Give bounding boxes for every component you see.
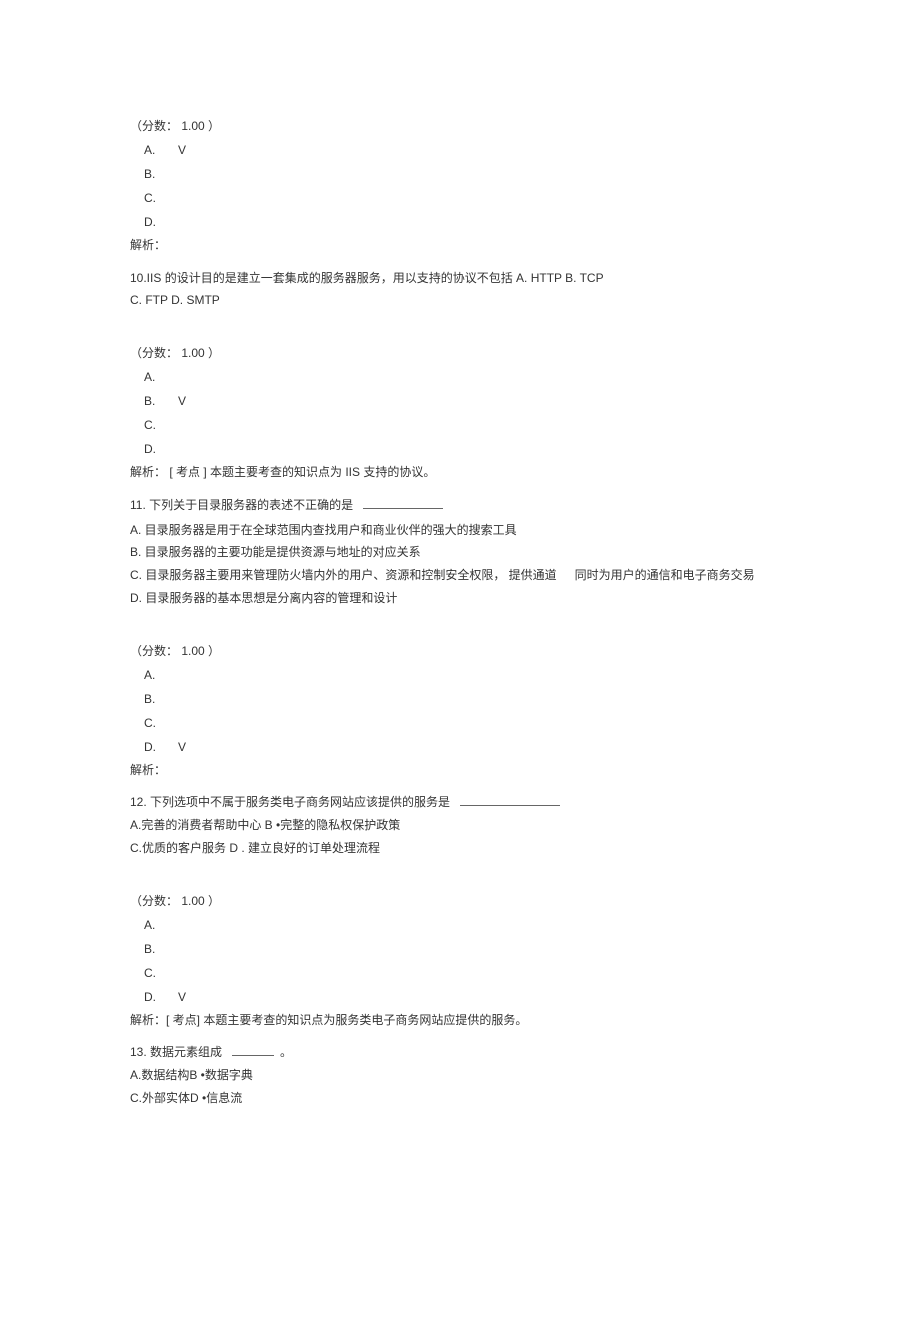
options-list: A. B. V C. D. bbox=[144, 365, 790, 461]
question-choices: A. 目录服务器是用于在全球范围内查找用户和商业伙伴的强大的搜索工具 B. 目录… bbox=[130, 519, 790, 610]
option-d: D. V bbox=[144, 735, 790, 759]
blank-line bbox=[232, 1055, 274, 1056]
option-letter: D. bbox=[144, 735, 178, 759]
option-b: B. bbox=[144, 162, 790, 186]
option-letter: C. bbox=[144, 186, 178, 210]
option-c: C. bbox=[144, 961, 790, 985]
option-d: D. V bbox=[144, 985, 790, 1009]
question-stem-text: 11. 下列关于目录服务器的表述不正确的是 bbox=[130, 494, 353, 517]
question-stem-text: 12. 下列选项中不属于服务类电子商务网站应该提供的服务是 bbox=[130, 791, 450, 814]
question-stem: 11. 下列关于目录服务器的表述不正确的是 bbox=[130, 494, 790, 517]
option-c: C. bbox=[144, 186, 790, 210]
blank-line bbox=[460, 805, 560, 806]
option-letter: B. bbox=[144, 687, 178, 711]
correct-mark: V bbox=[178, 389, 186, 413]
score-label: （分数： 1.00 ） bbox=[130, 342, 790, 365]
choice-c: C. 目录服务器主要用来管理防火墙内外的用户、资源和控制安全权限， 提供通道 同… bbox=[130, 564, 790, 587]
analysis-text: 解析：[ 考点] 本题主要考查的知识点为服务类电子商务网站应提供的服务。 bbox=[130, 1009, 790, 1032]
option-letter: B. bbox=[144, 162, 178, 186]
option-b: B. bbox=[144, 937, 790, 961]
option-letter: C. bbox=[144, 961, 178, 985]
score-label: （分数： 1.00 ） bbox=[130, 890, 790, 913]
choice-c-side: 同时为用户的通信和电子商务交易 bbox=[575, 564, 755, 587]
correct-mark: V bbox=[178, 735, 186, 759]
option-letter: B. bbox=[144, 389, 178, 413]
options-list: A. V B. C. D. bbox=[144, 138, 790, 234]
option-a: A. bbox=[144, 913, 790, 937]
correct-mark: V bbox=[178, 138, 186, 162]
question-12: 12. 下列选项中不属于服务类电子商务网站应该提供的服务是 A.完善的消费者帮助… bbox=[130, 791, 790, 1031]
question-stem: 10.IIS 的设计目的是建立一套集成的服务器服务，用以支持的协议不包括 A. … bbox=[130, 267, 790, 290]
analysis-text: 解析： [ 考点 ] 本题主要考查的知识点为 IIS 支持的协议。 bbox=[130, 461, 790, 484]
option-b: B. V bbox=[144, 389, 790, 413]
question-9-answer-block: （分数： 1.00 ） A. V B. C. D. 解析： bbox=[130, 115, 790, 257]
option-letter: C. bbox=[144, 711, 178, 735]
option-letter: D. bbox=[144, 437, 178, 461]
option-letter: A. bbox=[144, 138, 178, 162]
choice-c-main: C. 目录服务器主要用来管理防火墙内外的用户、资源和控制安全权限， 提供通道 bbox=[130, 564, 557, 587]
option-letter: B. bbox=[144, 937, 178, 961]
choice-d: D. 目录服务器的基本思想是分离内容的管理和设计 bbox=[130, 587, 790, 610]
option-a: A. bbox=[144, 365, 790, 389]
option-d: D. bbox=[144, 437, 790, 461]
option-letter: D. bbox=[144, 210, 178, 234]
score-label: （分数： 1.00 ） bbox=[130, 115, 790, 138]
option-a: A. V bbox=[144, 138, 790, 162]
analysis-label: 解析： bbox=[130, 234, 790, 257]
blank-line bbox=[363, 508, 443, 509]
score-label: （分数： 1.00 ） bbox=[130, 640, 790, 663]
option-c: C. bbox=[144, 711, 790, 735]
option-letter: A. bbox=[144, 913, 178, 937]
question-stem-suffix: 。 bbox=[280, 1041, 292, 1064]
option-c: C. bbox=[144, 413, 790, 437]
option-letter: A. bbox=[144, 365, 178, 389]
correct-mark: V bbox=[178, 985, 186, 1009]
choices-line1: A.数据结构B •数据字典 bbox=[130, 1064, 790, 1087]
analysis-label: 解析： bbox=[130, 759, 790, 782]
option-letter: D. bbox=[144, 985, 178, 1009]
option-letter: C. bbox=[144, 413, 178, 437]
option-b: B. bbox=[144, 687, 790, 711]
choice-b: B. 目录服务器的主要功能是提供资源与地址的对应关系 bbox=[130, 541, 790, 564]
question-13: 13. 数据元素组成 。 A.数据结构B •数据字典 C.外部实体D •信息流 bbox=[130, 1041, 790, 1109]
question-stem-text: 13. 数据元素组成 bbox=[130, 1041, 222, 1064]
question-stem: 12. 下列选项中不属于服务类电子商务网站应该提供的服务是 bbox=[130, 791, 790, 814]
options-list: A. B. C. D. V bbox=[144, 913, 790, 1009]
question-stem-line2: C. FTP D. SMTP bbox=[130, 289, 790, 312]
choices-line1: A.完善的消费者帮助中心 B •完整的隐私权保护政策 bbox=[130, 814, 790, 837]
question-11: 11. 下列关于目录服务器的表述不正确的是 A. 目录服务器是用于在全球范围内查… bbox=[130, 494, 790, 782]
option-d: D. bbox=[144, 210, 790, 234]
question-stem: 13. 数据元素组成 。 bbox=[130, 1041, 790, 1064]
question-10: 10.IIS 的设计目的是建立一套集成的服务器服务，用以支持的协议不包括 A. … bbox=[130, 267, 790, 484]
choices-line2: C.优质的客户服务 D . 建立良好的订单处理流程 bbox=[130, 837, 790, 860]
choices-line2: C.外部实体D •信息流 bbox=[130, 1087, 790, 1110]
choice-a: A. 目录服务器是用于在全球范围内查找用户和商业伙伴的强大的搜索工具 bbox=[130, 519, 790, 542]
option-a: A. bbox=[144, 663, 790, 687]
option-letter: A. bbox=[144, 663, 178, 687]
options-list: A. B. C. D. V bbox=[144, 663, 790, 759]
